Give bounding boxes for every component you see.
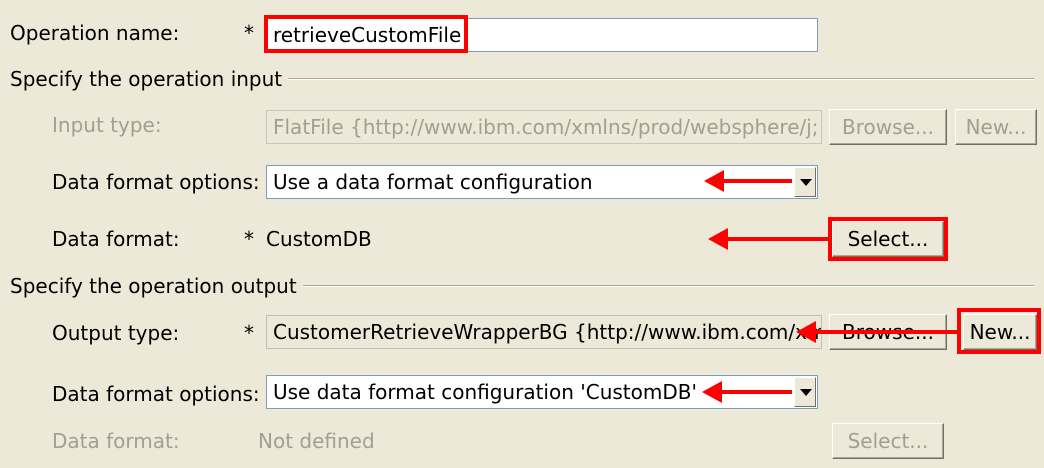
input-data-format-options-value: Use a data format configuration — [273, 170, 593, 194]
output-type-field: CustomerRetrieveWrapperBG {http://www.ib… — [266, 315, 822, 349]
annotation-arrow-icon — [702, 381, 792, 403]
annotation-arrow-icon — [708, 228, 828, 250]
operation-name-label: Operation name: — [10, 21, 180, 45]
input-new-button[interactable]: New... — [955, 109, 1037, 145]
input-group-title: Specify the operation input — [10, 64, 289, 94]
output-new-button[interactable]: New... — [963, 314, 1037, 350]
input-data-format-select-button[interactable]: Select... — [832, 221, 944, 257]
input-data-format-value: CustomDB — [266, 227, 372, 251]
input-data-format-options-label: Data format options: — [52, 170, 260, 194]
chevron-down-icon[interactable] — [794, 167, 816, 197]
output-type-value: CustomerRetrieveWrapperBG {http://www.ib… — [273, 320, 822, 344]
input-type-value: FlatFile {http://www.ibm.com/xmlns/prod/… — [273, 115, 819, 139]
input-data-format-label: Data format: — [52, 227, 180, 251]
annotation-arrow-icon — [704, 170, 792, 192]
required-asterisk: * — [244, 227, 254, 251]
required-asterisk: * — [244, 21, 254, 45]
operation-name-input[interactable]: retrieveCustomFile — [266, 18, 818, 52]
input-type-label: Input type: — [52, 113, 162, 137]
input-type-field: FlatFile {http://www.ibm.com/xmlns/prod/… — [266, 110, 822, 144]
chevron-down-icon[interactable] — [794, 377, 816, 407]
operation-name-value: retrieveCustomFile — [273, 23, 462, 47]
output-data-format-label: Data format: — [52, 429, 180, 453]
output-data-format-options-value: Use data format configuration 'CustomDB' — [273, 380, 697, 404]
output-data-format-select-button[interactable]: Select... — [832, 423, 944, 459]
input-browse-button[interactable]: Browse... — [829, 109, 947, 145]
output-data-format-value: Not defined — [258, 429, 375, 453]
output-type-label: Output type: — [52, 321, 180, 345]
annotation-arrow-icon — [796, 321, 958, 343]
required-asterisk: * — [244, 321, 254, 345]
output-group-title: Specify the operation output — [10, 271, 303, 301]
output-data-format-options-label: Data format options: — [52, 382, 260, 406]
